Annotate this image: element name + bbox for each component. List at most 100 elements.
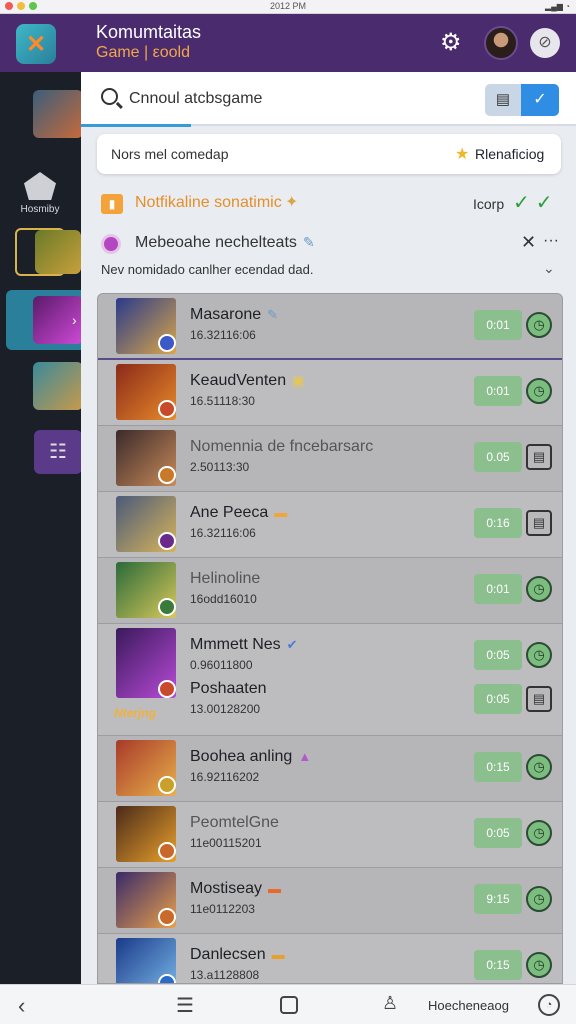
clock-icon[interactable]: ◷ [526,378,552,404]
notes-icon: ☷ [34,430,82,474]
sidebar-item-game-3[interactable] [15,296,83,344]
menu-icon[interactable]: ☰ [176,993,194,1018]
game-name: Masarone ✎ [190,306,278,324]
message-row[interactable]: Mebeoahe nechelteats ✎ ✕ ··· [97,230,561,258]
accessibility-icon[interactable]: ♙ [382,993,398,1014]
sidebar-item-game-4[interactable] [15,362,83,410]
sidebar-item-game-1[interactable] [15,90,83,138]
game-row[interactable]: KeaudVenten ▣ 16.51118:30 0:01 ◷ [98,360,562,426]
playtime-button[interactable]: 0:15 [474,950,522,980]
bottom-nav-bar: ‹ ☰ ♙ Hoecheneaog ◔ [0,984,576,1024]
compass-icon[interactable]: ⊘ [530,28,560,58]
notification-right-label: Icorp [473,196,505,212]
playtime-button[interactable]: 0:01 [474,376,522,406]
game-row[interactable]: Masarone ✎ 16.32116:06 0:01 ◷ [98,294,562,360]
notification-text: Notfikaline sonatimic [135,194,282,211]
game-name-text: Danlecsen [190,946,266,963]
game-row[interactable]: Ane Peeca ▬ 16.32116:06 0:16 ▤ [98,492,562,558]
playtime-button[interactable]: 0:16 [474,508,522,538]
game-row[interactable]: PeomtelGne 11e00115201 0:05 ◷ [98,802,562,868]
game-date: 16.51118:30 [190,394,255,408]
game-name-text: Poshaaten [190,680,267,697]
home-icon [24,172,56,200]
game-name: KeaudVenten ▣ [190,372,304,390]
game-row[interactable]: Nomennia de fncebarsarc 2.50113:30 0.05 ▤ [98,426,562,492]
gauge-icon[interactable]: ◔ [538,994,560,1016]
game-tag-icon: ✎ [267,307,279,322]
search-input[interactable] [129,84,429,114]
checkmark-button[interactable]: ✓ [521,84,559,116]
playtime-button[interactable]: 0:01 [474,310,522,340]
clock-icon[interactable]: ◷ [526,642,552,668]
game-date: 13.a1128808 [190,968,260,982]
game-name-text: Nomennia de fncebarsarc [190,438,374,455]
search-icon [101,88,118,105]
document-icon[interactable]: ▤ [526,686,552,712]
search-tab-indicator [81,124,191,127]
platform-badge-icon [158,908,176,926]
sidebar-item-home[interactable]: Hosmiby [8,172,72,215]
bottom-nav-label[interactable]: Hoecheneaog [428,998,509,1013]
playtime-button[interactable]: 0:05 [474,684,522,714]
game-name: Danlecsen ▬ [190,946,285,964]
game-list: Masarone ✎ 16.32116:06 0:01 ◷ KeaudVenten ▣ 16.… [97,293,563,984]
sidebar: Hosmiby › ☷ [0,72,83,984]
user-avatar[interactable] [484,26,518,60]
game-row[interactable]: Boohea anling ▲ 16.92116202 0:15 ◷ [98,736,562,802]
clock-icon[interactable]: ◷ [526,886,552,912]
close-icon[interactable]: ✕ [521,232,536,253]
playtime-button[interactable]: 0:05 [474,640,522,670]
main-panel: ▤ ✓ Nors mel comedap ★ Rlenaficiog ▮ Not… [81,72,576,984]
back-arrow-icon[interactable]: ‹ [18,993,25,1019]
window-titlebar: 2012 PM ▂▄▆ ◔ [0,0,576,14]
notice-link[interactable]: Rlenaficiog [475,146,544,162]
game-name: Mmmett Nes ✔ [190,636,298,654]
platform-badge-icon [158,466,176,484]
notification-row[interactable]: ▮ Notfikaline sonatimic ✦ Icorp ✓✓ [97,190,561,216]
playtime-button[interactable]: 0:01 [474,574,522,604]
game-date: 16.32116:06 [190,328,256,342]
platform-badge-icon [158,680,176,698]
notice-card[interactable]: Nors mel comedap ★ Rlenaficiog [97,134,561,174]
playtime-button[interactable]: 0.05 [474,442,522,472]
home-square-icon[interactable] [280,996,298,1014]
star-icon: ★ [455,146,470,163]
game-row[interactable]: Danlecsen ▬ 13.a1128808 0:15 ◷ [98,934,562,983]
clock-icon[interactable]: ◷ [526,754,552,780]
notification-icon: ▮ [101,194,123,214]
game-date: 16odd16010 [190,592,257,606]
sidebar-item-notes[interactable]: ☷ [16,430,82,474]
game-date: 0.96011800 [190,658,253,672]
platform-badge-icon [158,334,176,352]
clock-icon[interactable]: ◷ [526,576,552,602]
game-name-text: Mmmett Nes [190,636,281,653]
sidebar-home-label: Hosmiby [20,204,60,215]
game-date: 11e00115201 [190,836,262,850]
sparkle-icon: ✦ [285,194,299,211]
settings-gear-icon[interactable]: ⚙ [440,30,462,56]
playtime-button[interactable]: 0:15 [474,752,522,782]
game-row[interactable]: Helinoline 16odd16010 0:01 ◷ [98,558,562,624]
chevron-down-icon[interactable]: ⌄ [543,260,555,277]
game-date: 16.32116:06 [190,526,256,540]
platform-badge-icon [158,400,176,418]
game-date: 2.50113:30 [190,460,250,474]
clock-icon[interactable]: ◷ [526,952,552,978]
playtime-button[interactable]: 9:15 [474,884,522,914]
clock-icon[interactable]: ◷ [526,820,552,846]
sidebar-item-game-2[interactable] [15,228,81,276]
search-bar: ▤ ✓ [81,72,576,126]
app-logo-icon[interactable]: ✕ [16,24,56,64]
clock-icon[interactable]: ◷ [526,312,552,338]
game-name: Helinoline [190,570,260,588]
more-icon[interactable]: ··· [543,232,559,250]
playtime-button[interactable]: 0:05 [474,818,522,848]
game-name: Poshaaten [190,680,267,698]
game-row[interactable]: Nterjng Mmmett Nes ✔ 0.96011800 0:05 ◷ Poshaat… [98,624,562,736]
game-thumbnail [35,230,81,274]
notice-text: Nors mel comedap [111,146,229,162]
list-view-button[interactable]: ▤ [485,84,521,116]
game-row[interactable]: Mostiseay ▬ 11e0112203 9:15 ◷ [98,868,562,934]
document-icon[interactable]: ▤ [526,510,552,536]
document-icon[interactable]: ▤ [526,444,552,470]
